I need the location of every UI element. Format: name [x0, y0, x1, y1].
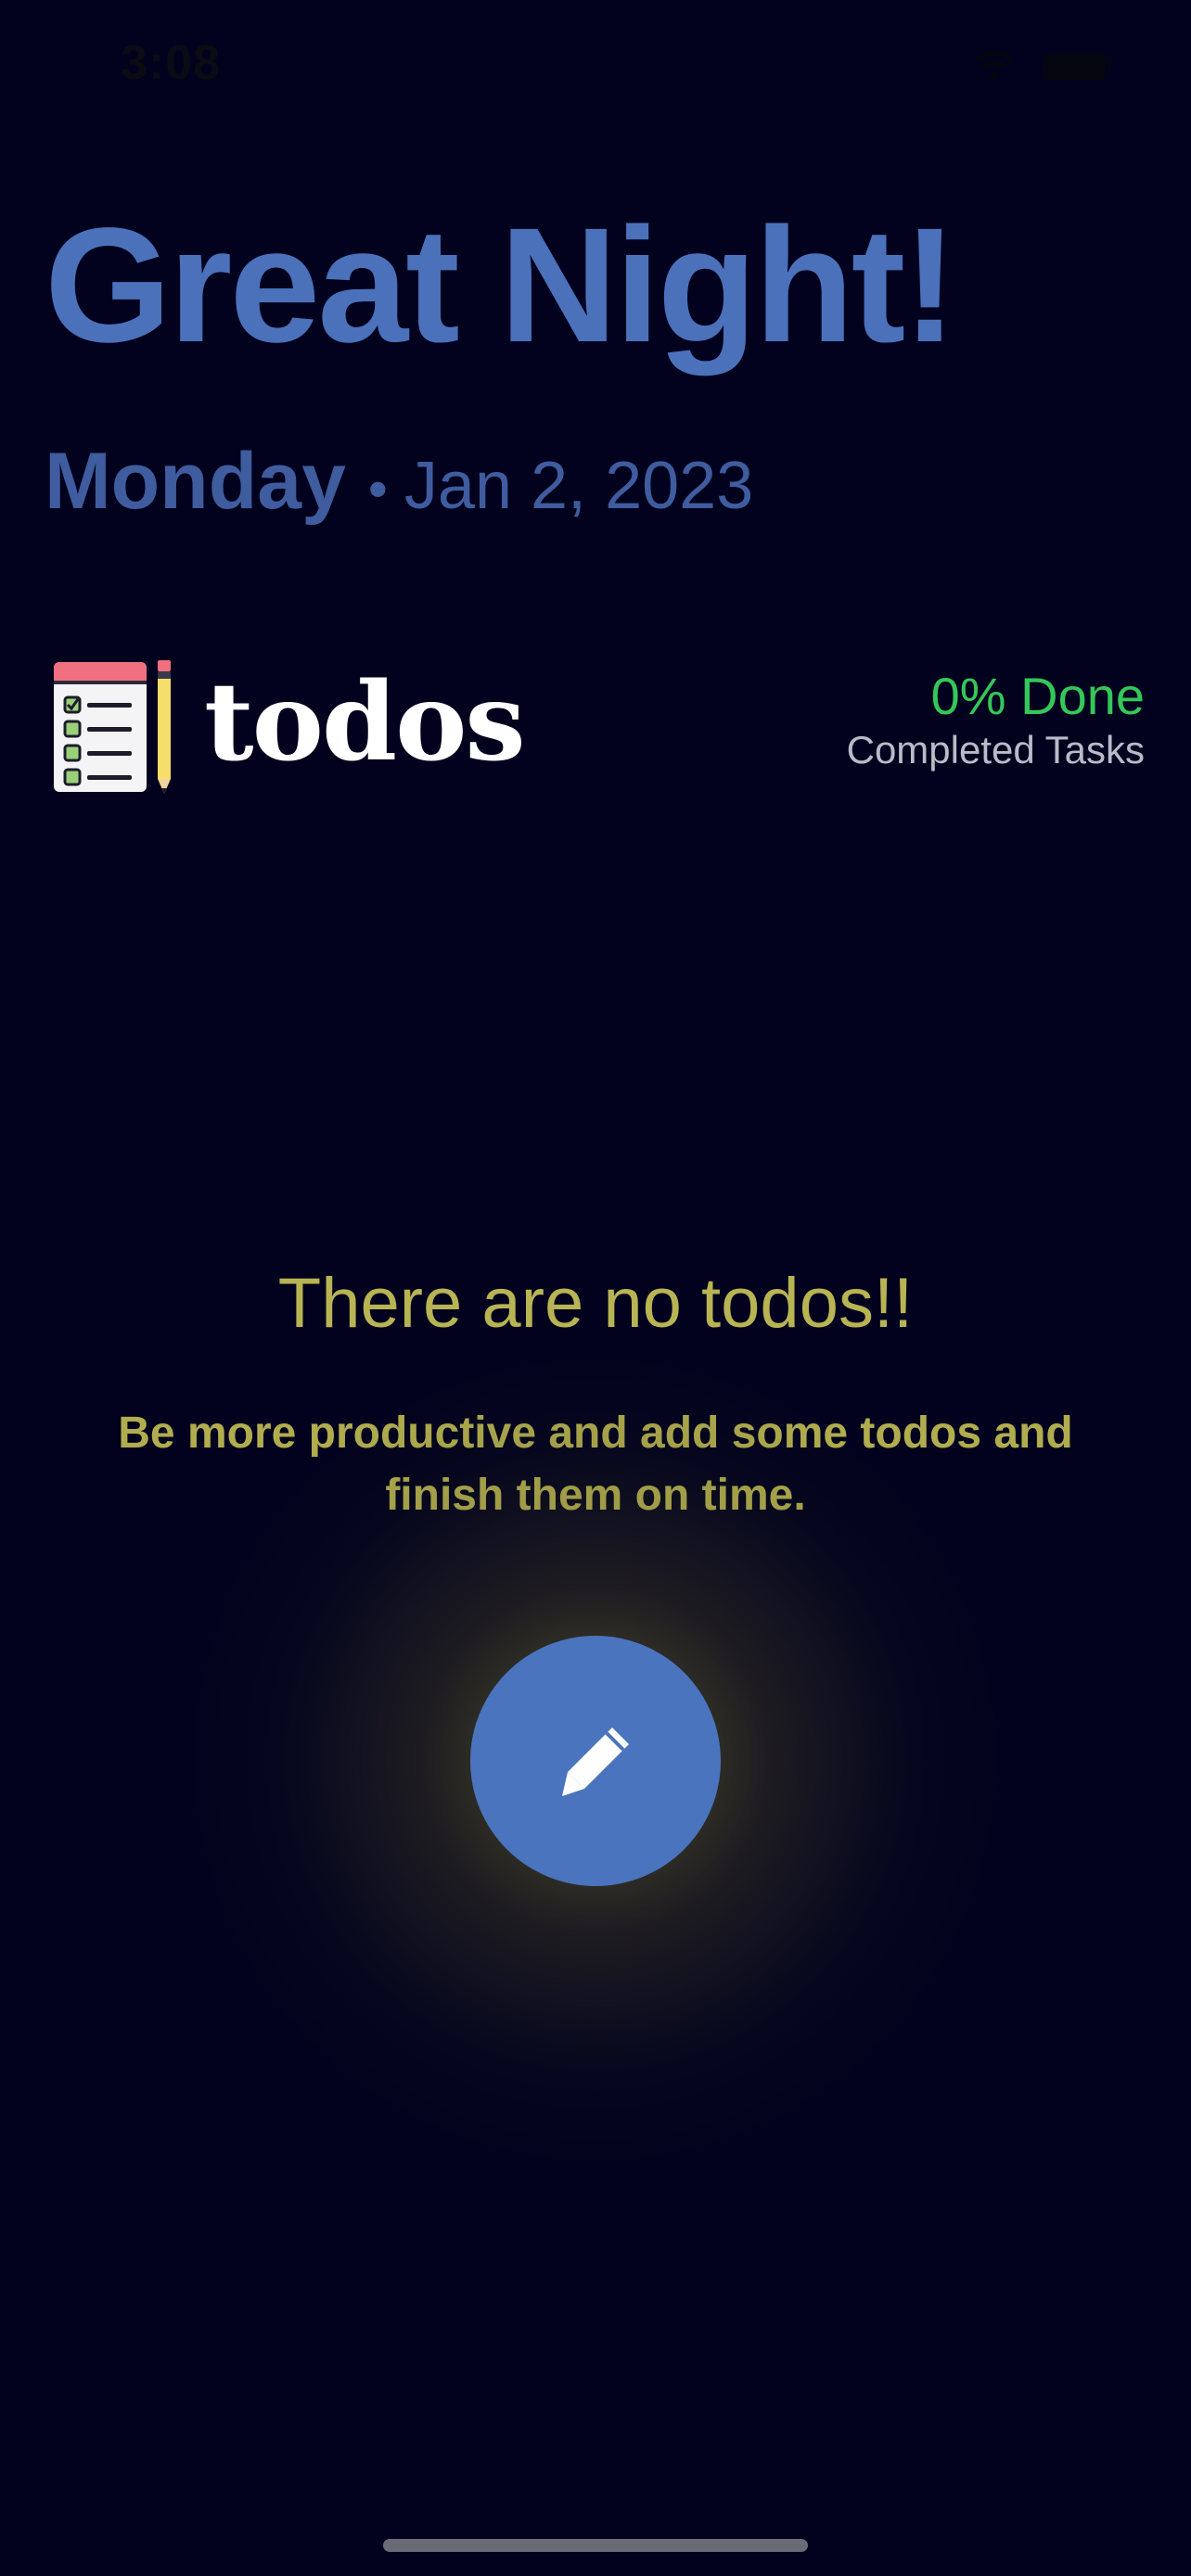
add-todo-button[interactable]: [470, 1636, 721, 1886]
status-time: 3:08: [121, 36, 222, 90]
wifi-icon: [974, 50, 1013, 80]
progress-label: Completed Tasks: [846, 727, 1145, 772]
status-bar: 3:08: [0, 0, 1191, 130]
app-brand: todos: [50, 657, 526, 797]
battery-icon: [1043, 54, 1111, 80]
day-name: Monday: [45, 437, 346, 526]
todo-home-screen: 3:08 Great Night! Monday • Jan 2, 2023 t…: [0, 0, 1191, 2576]
pencil-icon: [562, 1728, 629, 1796]
empty-state-title: There are no todos!!: [277, 1264, 914, 1343]
checklist-pencil-icon: [54, 660, 171, 794]
progress-summary: 0% Done Completed Tasks: [847, 668, 1145, 775]
greeting-title: Great Night!: [45, 195, 957, 376]
app-name: todos: [204, 659, 526, 785]
progress-value: 0% Done: [930, 667, 1145, 725]
date-separator: •: [367, 458, 388, 520]
date-row: Monday • Jan 2, 2023: [45, 436, 753, 526]
date-text: Jan 2, 2023: [403, 449, 754, 523]
empty-state-message: Be more productive and add some todos an…: [118, 1409, 1073, 1521]
home-indicator[interactable]: [383, 2539, 808, 2552]
